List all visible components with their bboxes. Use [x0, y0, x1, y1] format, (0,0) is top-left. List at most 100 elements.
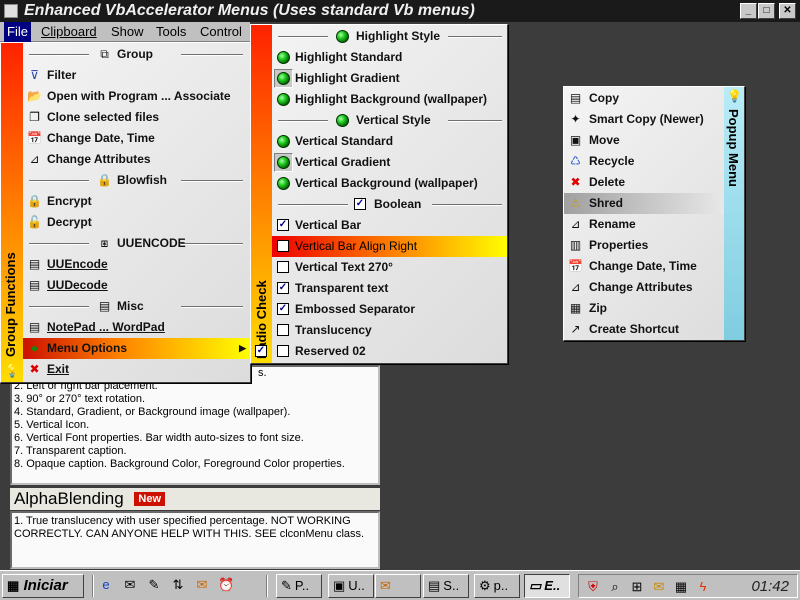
checkbox-unchecked[interactable] [277, 240, 289, 252]
popup-item-label: Properties [589, 238, 649, 252]
bar-checkbox-checked[interactable]: ✓ [255, 345, 267, 357]
task-button[interactable]: ✉ [375, 574, 421, 598]
outlook-icon[interactable]: ✉ [122, 577, 138, 593]
popup-item-change-date-time[interactable]: 📅 Change Date, Time [564, 256, 724, 277]
magnifier-icon[interactable]: ⌕ [607, 579, 623, 595]
task-label: P.. [294, 578, 310, 593]
menu-item-label: Change Date, Time [47, 131, 155, 145]
task-button[interactable]: ▤ S.. [423, 574, 469, 598]
file-menu-item-change-attributes[interactable]: ⊿ Change Attributes [23, 149, 250, 170]
popup-item-properties[interactable]: ▥ Properties [564, 235, 724, 256]
task-button[interactable]: ▣ U.. [328, 574, 374, 598]
calendar-icon: 📅 [27, 131, 42, 145]
option-vertical-gradient[interactable]: Vertical Gradient [272, 152, 507, 173]
option-vertical-standard[interactable]: Vertical Standard [272, 131, 507, 152]
start-button[interactable]: ▦ Iniciar [2, 574, 84, 598]
uuencode-doc-icon: ▤ [28, 257, 41, 271]
file-menu-item-uuencode[interactable]: ▤ UUEncode [23, 254, 250, 275]
task-label: p.. [493, 578, 509, 593]
option-highlight-gradient[interactable]: Highlight Gradient [272, 68, 507, 89]
separator-line [29, 306, 89, 308]
task-button[interactable]: ⚙ p.. [474, 574, 520, 598]
menu-item-label: Clone selected files [47, 110, 160, 124]
file-menu-item-notepad-wordpad[interactable]: ▤ NotePad ... WordPad [23, 317, 250, 338]
notepad-icon: ▤ [98, 299, 111, 313]
ie-icon[interactable]: e [98, 577, 114, 593]
option-transparent-text[interactable]: ✓ Transparent text [272, 278, 507, 299]
checkbox-unchecked[interactable] [277, 345, 289, 357]
minimize-button[interactable]: _ [740, 3, 757, 19]
popup-item-copy[interactable]: ▤ Copy [564, 88, 724, 109]
file-menu-item-decrypt[interactable]: 🔓 Decrypt [23, 212, 250, 233]
checkbox-unchecked[interactable] [277, 324, 289, 336]
option-embossed-separator[interactable]: ✓ Embossed Separator [272, 299, 507, 320]
exit-icon: ✖ [29, 362, 40, 376]
option-reserved-02[interactable]: Reserved 02 [272, 341, 507, 362]
radio-checked-icon[interactable] [277, 156, 290, 169]
option-highlight-background-wallpaper[interactable]: Highlight Background (wallpaper) [272, 89, 507, 110]
option-vertical-background-wallpaper[interactable]: Vertical Background (wallpaper) [272, 173, 507, 194]
shell-icon[interactable]: ✎ [146, 577, 162, 593]
clock[interactable]: 01:42 [751, 575, 789, 599]
popup-item-shred[interactable]: ⚠ Shred [564, 193, 724, 214]
mail-icon[interactable]: ✉ [194, 577, 210, 593]
file-menu-item-exit[interactable]: ✖ Exit [23, 359, 250, 380]
explorer-icon: ▭ [529, 578, 542, 593]
file-menu-item-change-date-time[interactable]: 📅 Change Date, Time [23, 128, 250, 149]
alphablending-text-panel[interactable]: 1. True translucency with user specified… [10, 511, 380, 569]
task-label: S.. [443, 578, 460, 593]
display-icon[interactable]: ▦ [673, 579, 689, 595]
window-title-bar[interactable]: Enhanced VbAccelerator Menus (Uses stand… [0, 0, 800, 22]
antivirus-icon[interactable]: ⛨ [585, 579, 601, 595]
menu-tools[interactable]: Tools [156, 22, 186, 42]
app-icon[interactable] [4, 4, 18, 18]
menu-control[interactable]: Control [200, 22, 242, 42]
close-button[interactable]: ✕ [779, 3, 796, 19]
option-vertical-bar[interactable]: ✓ Vertical Bar [272, 215, 507, 236]
menu-file[interactable]: File [4, 22, 31, 42]
popup-item-move[interactable]: ▣ Move [564, 130, 724, 151]
maximize-button[interactable]: □ [758, 3, 775, 19]
menu-clipboard[interactable]: Clipboard [41, 22, 97, 42]
mail-tray-icon[interactable]: ✉ [651, 579, 667, 595]
option-highlight-standard[interactable]: Highlight Standard [272, 47, 507, 68]
popup-item-smart-copy-newer[interactable]: ✦ Smart Copy (Newer) [564, 109, 724, 130]
checkbox-unchecked[interactable] [277, 261, 289, 273]
task-button[interactable]: ✎ P.. [276, 574, 322, 598]
popup-item-create-shortcut[interactable]: ↗ Create Shortcut [564, 319, 724, 340]
info-line: 3. 90° or 270° text rotation. [14, 393, 146, 405]
popup-item-label: Create Shortcut [589, 322, 680, 336]
clock-app-icon[interactable]: ⏰ [218, 577, 234, 593]
popup-item-zip[interactable]: ▦ Zip [564, 298, 724, 319]
popup-item-delete[interactable]: ✖ Delete [564, 172, 724, 193]
option-vertical-text-270[interactable]: Vertical Text 270° [272, 257, 507, 278]
radio-icon[interactable] [277, 93, 290, 106]
attributes-icon: ⊿ [29, 152, 40, 166]
radio-icon[interactable] [277, 51, 290, 64]
start-button-label: Iniciar [23, 577, 68, 594]
file-menu-item-uudecode[interactable]: ▤ UUDecode [23, 275, 250, 296]
network-icon[interactable]: ⊞ [629, 579, 645, 595]
option-vertical-bar-align-right[interactable]: Vertical Bar Align Right [272, 236, 507, 257]
ftp-icon[interactable]: ⇅ [170, 577, 186, 593]
menu-show[interactable]: Show [111, 22, 144, 42]
info-line: 8. Opaque caption. Background Color, For… [14, 458, 345, 470]
file-menu-item-filter[interactable]: ⊽ Filter [23, 65, 250, 86]
file-menu-item-menu-options[interactable]: ● Menu Options ▶ [23, 338, 250, 359]
popup-item-change-attributes[interactable]: ⊿ Change Attributes [564, 277, 724, 298]
checkbox-checked[interactable]: ✓ [277, 282, 289, 294]
radio-icon[interactable] [277, 135, 290, 148]
power-icon[interactable]: ϟ [695, 579, 711, 595]
option-translucency[interactable]: Translucency [272, 320, 507, 341]
popup-item-recycle[interactable]: ♺ Recycle [564, 151, 724, 172]
checkbox-checked[interactable]: ✓ [277, 219, 289, 231]
file-menu-item-encrypt[interactable]: 🔒 Encrypt [23, 191, 250, 212]
radio-icon[interactable] [277, 177, 290, 190]
radio-checked-icon[interactable] [277, 72, 290, 85]
file-menu-item-clone-selected-files[interactable]: ❐ Clone selected files [23, 107, 250, 128]
file-menu-item-open-with-program-associate[interactable]: 📂 Open with Program ... Associate [23, 86, 250, 107]
checkbox-checked[interactable]: ✓ [277, 303, 289, 315]
popup-item-rename[interactable]: ⊿ Rename [564, 214, 724, 235]
task-button[interactable]: ▭ E.. [524, 574, 570, 598]
features-list-panel[interactable]: s. 2. Left or right bar placement. 3. 90° … [10, 365, 380, 485]
